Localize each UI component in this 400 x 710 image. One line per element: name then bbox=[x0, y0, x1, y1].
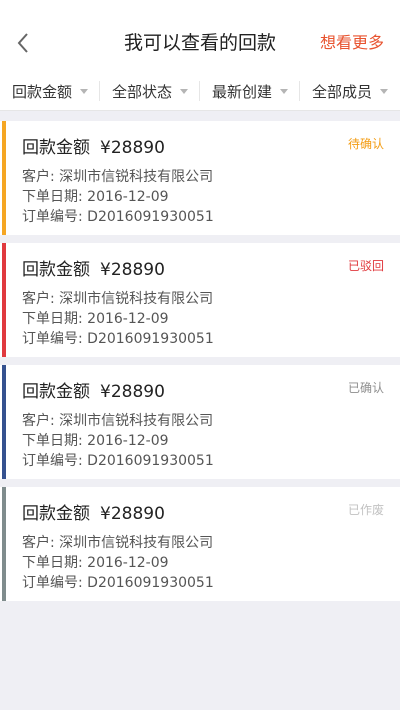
filter-sort[interactable]: 最新创建 bbox=[200, 72, 300, 110]
filter-label: 全部状态 bbox=[111, 82, 172, 101]
order-date-text: 下单日期: 2016-12-09 bbox=[22, 433, 169, 449]
status-stripe bbox=[2, 243, 6, 357]
payment-list: 回款金额 ¥28890 待确认 客户: 深圳市信锐科技有限公司 下单日期: 201… bbox=[0, 121, 400, 609]
order-number-text: 订单编号: D2016091930051 bbox=[22, 331, 214, 347]
amount-value: ¥28890 bbox=[100, 382, 165, 402]
order-date-text: 下单日期: 2016-12-09 bbox=[22, 189, 169, 205]
caret-down-icon bbox=[380, 88, 388, 94]
customer-text: 客户: 深圳市信锐科技有限公司 bbox=[22, 291, 214, 307]
amount-row: 回款金额 ¥28890 bbox=[22, 499, 165, 524]
payment-card[interactable]: 回款金额 ¥28890 已作废 客户: 深圳市信锐科技有限公司 下单日期: 201… bbox=[0, 487, 400, 601]
amount-value: ¥28890 bbox=[100, 504, 165, 524]
amount-label: 回款金额 bbox=[22, 504, 90, 524]
payment-card[interactable]: 回款金额 ¥28890 待确认 客户: 深圳市信锐科技有限公司 下单日期: 201… bbox=[0, 121, 400, 235]
amount-value: ¥28890 bbox=[100, 260, 165, 280]
payment-card[interactable]: 回款金额 ¥28890 已确认 客户: 深圳市信锐科技有限公司 下单日期: 201… bbox=[0, 365, 400, 479]
amount-label: 回款金额 bbox=[22, 138, 90, 158]
status-stripe bbox=[2, 365, 6, 479]
filter-bar: 回款金额 全部状态 最新创建 全部成员 bbox=[0, 72, 400, 111]
amount-label: 回款金额 bbox=[22, 260, 90, 280]
payments-page: 我可以查看的回款 想看更多 回款金额 全部状态 最新创建 全部成员 回款金额 ¥2… bbox=[0, 0, 400, 710]
caret-down-icon bbox=[280, 88, 288, 94]
order-date-text: 下单日期: 2016-12-09 bbox=[22, 311, 169, 327]
order-number-text: 订单编号: D2016091930051 bbox=[22, 209, 214, 225]
see-more-button[interactable]: 想看更多 bbox=[320, 28, 384, 58]
order-number-text: 订单编号: D2016091930051 bbox=[22, 575, 214, 591]
caret-down-icon bbox=[80, 88, 88, 94]
caret-down-icon bbox=[180, 88, 188, 94]
status-badge: 已驳回 bbox=[347, 259, 384, 273]
status-badge: 待确认 bbox=[347, 137, 384, 151]
payment-card[interactable]: 回款金额 ¥28890 已驳回 客户: 深圳市信锐科技有限公司 下单日期: 201… bbox=[0, 243, 400, 357]
filter-amount[interactable]: 回款金额 bbox=[0, 72, 100, 110]
amount-row: 回款金额 ¥28890 bbox=[22, 133, 165, 158]
amount-label: 回款金额 bbox=[22, 382, 90, 402]
customer-text: 客户: 深圳市信锐科技有限公司 bbox=[22, 169, 214, 185]
status-badge: 已确认 bbox=[347, 381, 384, 395]
amount-value: ¥28890 bbox=[100, 138, 165, 158]
filter-label: 回款金额 bbox=[11, 82, 72, 101]
order-date-text: 下单日期: 2016-12-09 bbox=[22, 555, 169, 571]
filter-label: 全部成员 bbox=[311, 82, 372, 101]
status-stripe bbox=[2, 121, 6, 235]
customer-text: 客户: 深圳市信锐科技有限公司 bbox=[22, 535, 214, 551]
status-badge: 已作废 bbox=[347, 503, 384, 517]
status-stripe bbox=[2, 487, 6, 601]
amount-row: 回款金额 ¥28890 bbox=[22, 377, 165, 402]
customer-text: 客户: 深圳市信锐科技有限公司 bbox=[22, 413, 214, 429]
order-number-text: 订单编号: D2016091930051 bbox=[22, 453, 214, 469]
filter-status[interactable]: 全部状态 bbox=[100, 72, 200, 110]
filter-label: 最新创建 bbox=[211, 82, 272, 101]
filter-members[interactable]: 全部成员 bbox=[300, 72, 400, 110]
amount-row: 回款金额 ¥28890 bbox=[22, 255, 165, 280]
